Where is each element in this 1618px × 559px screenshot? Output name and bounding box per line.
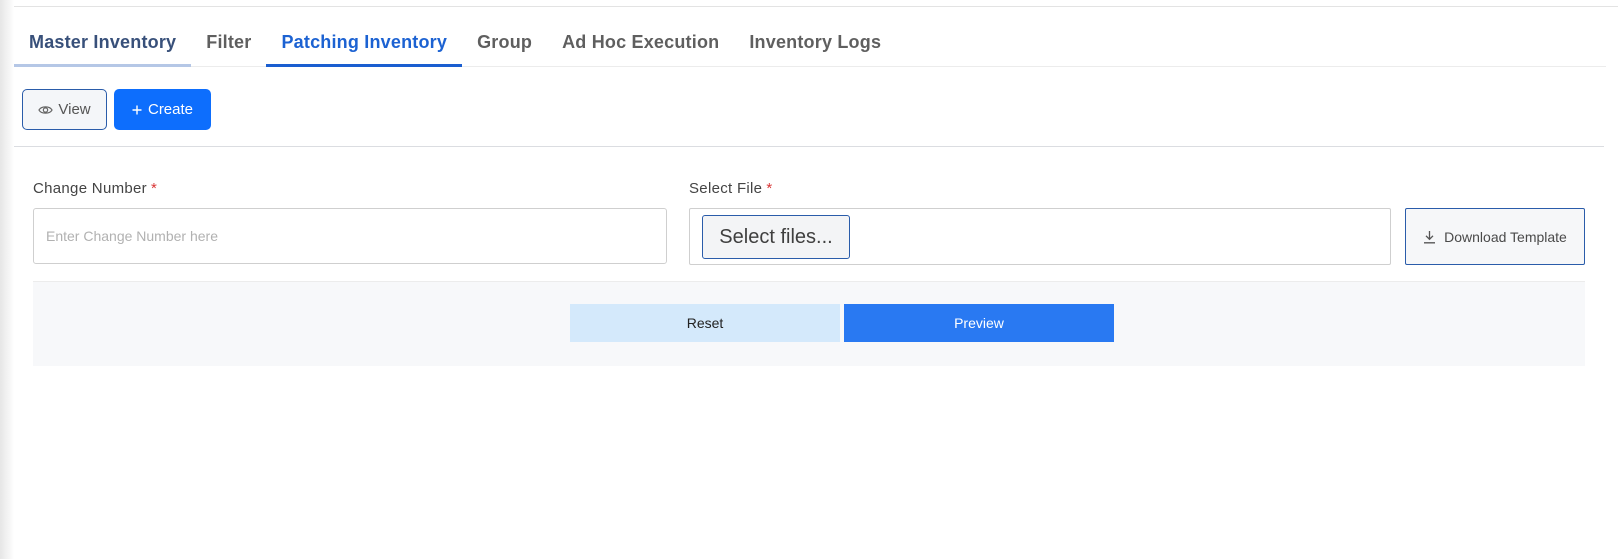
tab-ad-hoc-execution[interactable]: Ad Hoc Execution <box>547 20 734 67</box>
page: Master Inventory Filter Patching Invento… <box>0 0 1618 559</box>
view-button-label: View <box>58 101 91 118</box>
left-shade <box>0 0 14 559</box>
action-panel: Reset Preview <box>33 281 1585 366</box>
file-upload-field[interactable]: Select files... <box>689 208 1391 265</box>
download-template-button[interactable]: Download Template <box>1405 208 1585 265</box>
change-number-input[interactable] <box>33 208 667 264</box>
section-divider <box>14 146 1604 147</box>
view-button[interactable]: View <box>22 89 107 130</box>
tab-master-inventory[interactable]: Master Inventory <box>14 20 192 67</box>
change-number-label-text: Change Number <box>33 180 147 197</box>
reset-button[interactable]: Reset <box>570 304 840 342</box>
select-file-label-text: Select File <box>689 180 763 197</box>
select-files-button[interactable]: Select files... <box>702 215 850 259</box>
plus-icon <box>132 105 142 115</box>
create-button-label: Create <box>147 101 194 118</box>
eye-icon <box>38 104 54 116</box>
tab-bar: Master Inventory Filter Patching Invento… <box>14 20 1606 67</box>
toolbar: View Create <box>22 89 211 130</box>
required-mark: * <box>766 180 773 197</box>
tab-filter[interactable]: Filter <box>191 20 266 67</box>
download-template-label: Download Template <box>1444 228 1567 245</box>
tab-patching-inventory[interactable]: Patching Inventory <box>266 20 463 67</box>
top-divider <box>14 6 1618 7</box>
select-file-label: Select File * <box>689 180 772 197</box>
required-mark: * <box>150 180 158 197</box>
tab-inventory-logs[interactable]: Inventory Logs <box>734 20 896 67</box>
preview-button[interactable]: Preview <box>844 304 1114 342</box>
tab-group[interactable]: Group <box>462 20 547 67</box>
download-icon <box>1423 230 1436 244</box>
change-number-label: Change Number * <box>33 180 157 197</box>
create-button[interactable]: Create <box>114 89 211 130</box>
